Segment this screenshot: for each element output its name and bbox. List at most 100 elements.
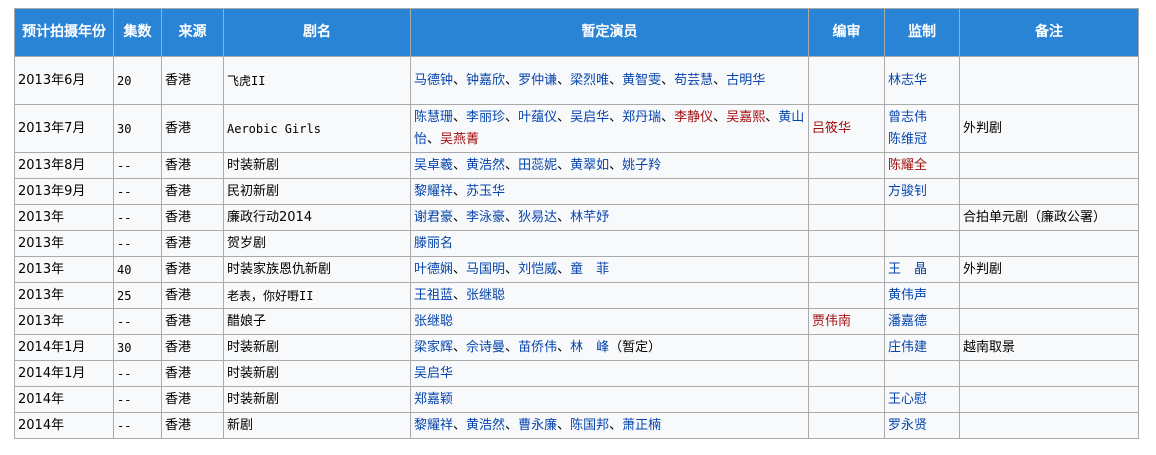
cast-cell-link[interactable]: 郑丹瑞 — [622, 110, 661, 125]
cast-cell-link[interactable]: 梁烈唯 — [570, 73, 609, 88]
title-cell: 民初新剧 — [223, 178, 411, 205]
notes-cell — [959, 282, 1139, 309]
cast-cell-link[interactable]: 刘恺威 — [518, 262, 557, 277]
cast-cell-link[interactable]: 黄浩然 — [466, 418, 505, 433]
source-cell: 香港 — [161, 386, 224, 413]
cast-cell-link[interactable]: 李静仪 — [674, 110, 713, 125]
producer-cell-link[interactable]: 王心慰 — [888, 392, 927, 407]
table-row: 2013年 25 香港 老表，你好嘢II 王祖蓝、张继聪 黄伟声 — [14, 282, 1139, 309]
cast-cell-link[interactable]: 钟嘉欣 — [466, 73, 505, 88]
producer-cell-link[interactable]: 林志华 — [888, 73, 927, 88]
producer-cell: 庄伟建 — [884, 334, 960, 361]
producer-cell-link[interactable]: 王 晶 — [888, 262, 927, 277]
header-episodes: 集数 — [113, 8, 162, 57]
table-row: 2014年 -- 香港 时装新剧 郑嘉颖 王心慰 — [14, 386, 1139, 413]
source-cell: 香港 — [161, 152, 224, 179]
cast-cell-link[interactable]: 吴卓羲 — [414, 158, 453, 173]
cast-cell-link[interactable]: 吴燕菁 — [440, 132, 479, 147]
cast-cell-link[interactable]: 谢君豪 — [414, 210, 453, 225]
producer-cell-link[interactable]: 曾志伟 — [888, 110, 927, 125]
cast-cell-link[interactable]: 姚子羚 — [622, 158, 661, 173]
shoot-date-cell: 2014年 — [14, 386, 114, 413]
source-cell: 香港 — [161, 412, 224, 439]
cast-cell-link[interactable]: 吴启华 — [570, 110, 609, 125]
producer-cell-link[interactable]: 潘嘉德 — [888, 314, 927, 329]
cast-cell-link[interactable]: 滕丽名 — [414, 236, 453, 251]
source-cell: 香港 — [161, 256, 224, 283]
cast-cell-link[interactable]: 叶德娴 — [414, 262, 453, 277]
cast-cell-link[interactable]: 梁家辉 — [414, 340, 453, 355]
cast-cell-link[interactable]: 林芊妤 — [570, 210, 609, 225]
episodes-cell: 20 — [113, 56, 162, 105]
cast-cell-link[interactable]: 童 菲 — [570, 262, 609, 277]
notes-cell — [959, 386, 1139, 413]
producer-cell: 方骏钊 — [884, 178, 960, 205]
table-row: 2014年 -- 香港 新剧 黎耀祥、黄浩然、曹永廉、陈国邦、萧正楠 罗永贤 — [14, 412, 1139, 439]
title-cell: 时装新剧 — [223, 334, 411, 361]
notes-cell — [959, 360, 1139, 387]
editor-cell — [808, 334, 885, 361]
cast-cell-link[interactable]: 叶蕴仪 — [518, 110, 557, 125]
cast-cell-link[interactable]: 吴启华 — [414, 366, 453, 381]
producer-cell-link[interactable]: 庄伟建 — [888, 340, 927, 355]
cast-cell-link[interactable]: 黎耀祥 — [414, 184, 453, 199]
notes-cell: 合拍单元剧（廉政公署） — [959, 204, 1139, 231]
drama-schedule-table: 预计拍摄年份 集数 来源 剧名 暂定演员 编审 监制 备注 2013年6月 20 香… — [14, 8, 1139, 439]
cast-cell: 黎耀祥、苏玉华 — [410, 178, 809, 205]
header-notes: 备注 — [959, 8, 1139, 57]
cast-cell-link[interactable]: 曹永廉 — [518, 418, 557, 433]
cast-cell-link[interactable]: 李丽珍 — [466, 110, 505, 125]
cast-cell-link[interactable]: 郑嘉颖 — [414, 392, 453, 407]
cast-cell-link[interactable]: 田蕊妮 — [518, 158, 557, 173]
cast-cell-link[interactable]: 古明华 — [726, 73, 765, 88]
editor-cell-link[interactable]: 吕筱华 — [812, 121, 851, 136]
cast-cell-link[interactable]: 苗侨伟 — [518, 340, 557, 355]
notes-cell — [959, 230, 1139, 257]
cast-cell-link[interactable]: 张继聪 — [414, 314, 453, 329]
producer-cell — [884, 204, 960, 231]
cast-cell-link[interactable]: 林 峰 — [570, 340, 609, 355]
notes-cell: 外判剧 — [959, 104, 1139, 153]
producer-cell-link[interactable]: 罗永贤 — [888, 418, 927, 433]
cast-cell: 滕丽名 — [410, 230, 809, 257]
producer-cell-link[interactable]: 黄伟声 — [888, 288, 927, 303]
cast-cell: 梁家辉、佘诗曼、苗侨伟、林 峰（暂定） — [410, 334, 809, 361]
source-cell: 香港 — [161, 178, 224, 205]
producer-cell-link[interactable]: 陈耀全 — [888, 158, 927, 173]
cast-cell-link[interactable]: 苏玉华 — [466, 184, 505, 199]
table-row: 2013年 -- 香港 贺岁剧 滕丽名 — [14, 230, 1139, 257]
producer-cell-link[interactable]: 方骏钊 — [888, 184, 927, 199]
shoot-date-cell: 2013年 — [14, 204, 114, 231]
shoot-date-cell: 2014年 — [14, 412, 114, 439]
source-cell: 香港 — [161, 308, 224, 335]
cast-cell-link[interactable]: 马德钟 — [414, 73, 453, 88]
editor-cell — [808, 412, 885, 439]
cast-cell-link[interactable]: 佘诗曼 — [466, 340, 505, 355]
cast-cell-link[interactable]: 狄易达 — [518, 210, 557, 225]
cast-cell-link[interactable]: 吴嘉熙 — [726, 110, 765, 125]
episodes-cell: -- — [113, 386, 162, 413]
cast-cell-link[interactable]: 陈慧珊 — [414, 110, 453, 125]
cast-cell-link[interactable]: 黎耀祥 — [414, 418, 453, 433]
shoot-date-cell: 2014年1月 — [14, 334, 114, 361]
producer-cell-link[interactable]: 陈维冠 — [888, 132, 927, 147]
episodes-cell: -- — [113, 178, 162, 205]
shoot-date-cell: 2013年 — [14, 256, 114, 283]
cast-cell-link[interactable]: 陈国邦 — [570, 418, 609, 433]
editor-cell-link[interactable]: 贾伟南 — [812, 314, 851, 329]
cast-cell-link[interactable]: 张继聪 — [466, 288, 505, 303]
editor-cell: 贾伟南 — [808, 308, 885, 335]
cast-cell-link[interactable]: 苟芸慧 — [674, 73, 713, 88]
cast-cell-link[interactable]: 黄智雯 — [622, 73, 661, 88]
cast-cell-link[interactable]: 黄翠如 — [570, 158, 609, 173]
header-editor: 编审 — [808, 8, 885, 57]
cast-cell-link[interactable]: 萧正楠 — [622, 418, 661, 433]
cast-cell-link[interactable]: 李泳豪 — [466, 210, 505, 225]
cast-cell-link[interactable]: 王祖蓝 — [414, 288, 453, 303]
cast-cell-link[interactable]: 黄浩然 — [466, 158, 505, 173]
cast-cell-link[interactable]: 罗仲谦 — [518, 73, 557, 88]
episodes-cell: 30 — [113, 104, 162, 153]
page-wrapper: 预计拍摄年份 集数 来源 剧名 暂定演员 编审 监制 备注 2013年6月 20 香… — [0, 0, 1156, 439]
episodes-cell: -- — [113, 360, 162, 387]
cast-cell-link[interactable]: 马国明 — [466, 262, 505, 277]
